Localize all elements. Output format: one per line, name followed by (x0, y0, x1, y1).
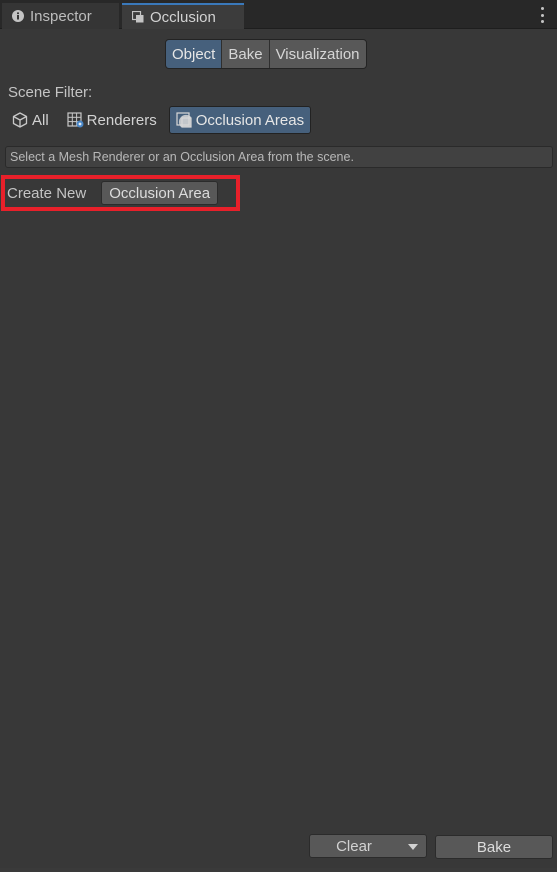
clear-button-label: Clear (336, 837, 372, 855)
tab-bar: Inspector Occlusion (0, 0, 557, 29)
more-options-icon[interactable] (539, 7, 545, 23)
filter-all-label: All (32, 111, 49, 129)
occlusion-area-icon (176, 112, 192, 128)
mode-object-button[interactable]: Object (166, 40, 223, 68)
filter-occlusion-areas-button[interactable]: Occlusion Areas (168, 106, 312, 134)
scene-filter-label: Scene Filter: (8, 84, 93, 101)
tab-occlusion[interactable]: Occlusion (122, 3, 244, 29)
occlusion-window: Inspector Occlusion Object Bake Visualiz… (0, 0, 557, 872)
tab-inspector-label: Inspector (30, 7, 92, 25)
bottom-border (0, 868, 557, 872)
cube-icon (12, 112, 28, 128)
mode-bake-button[interactable]: Bake (222, 40, 270, 68)
create-occlusion-area-button[interactable]: Occlusion Area (101, 181, 219, 205)
create-new-row: Create New Occlusion Area (1, 175, 240, 211)
help-box: Select a Mesh Renderer or an Occlusion A… (5, 146, 553, 168)
filter-occlusion-areas-label: Occlusion Areas (195, 111, 305, 129)
clear-dropdown-button[interactable]: Clear (309, 834, 427, 858)
mode-visualization-button[interactable]: Visualization (269, 40, 366, 68)
chevron-down-icon (408, 844, 418, 850)
filter-renderers-button[interactable]: Renderers (61, 106, 163, 134)
occlusion-icon (132, 11, 144, 23)
filter-all-button[interactable]: All (6, 106, 55, 134)
renderer-icon (67, 112, 84, 128)
mode-toolbar: Object Bake Visualization (165, 39, 367, 69)
tab-inspector[interactable]: Inspector (2, 3, 119, 29)
filter-renderers-label: Renderers (86, 111, 157, 129)
tab-occlusion-label: Occlusion (150, 8, 216, 26)
info-icon (12, 10, 24, 22)
bake-button[interactable]: Bake (435, 835, 553, 859)
create-new-label: Create New (7, 184, 87, 202)
scene-filter-row: All Renderers Occlusion Areas (6, 106, 312, 134)
